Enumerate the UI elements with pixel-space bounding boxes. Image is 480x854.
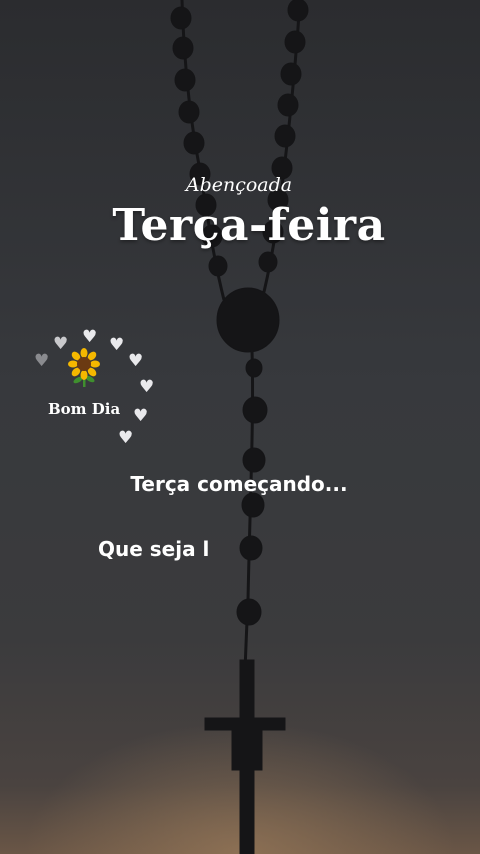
page-title: Terça-feira — [112, 200, 386, 251]
heart-icon: ♥ — [133, 406, 149, 426]
heart-icon: ♥ — [128, 351, 144, 371]
sunflower-icon — [68, 348, 100, 387]
heart-icon: ♥ — [34, 351, 50, 371]
heart-icon: ♥ — [118, 428, 134, 448]
heart-icon: ♥ — [82, 327, 98, 347]
message-line-1: Terça começando... — [130, 472, 348, 496]
background-photo — [0, 0, 480, 854]
badge-label: Bom Dia — [48, 400, 121, 418]
heart-icon: ♥ — [109, 335, 125, 355]
message-line-2: Que seja l — [98, 537, 210, 561]
subtitle-text: Abençoada — [185, 174, 293, 196]
heart-icon: ♥ — [139, 377, 155, 397]
